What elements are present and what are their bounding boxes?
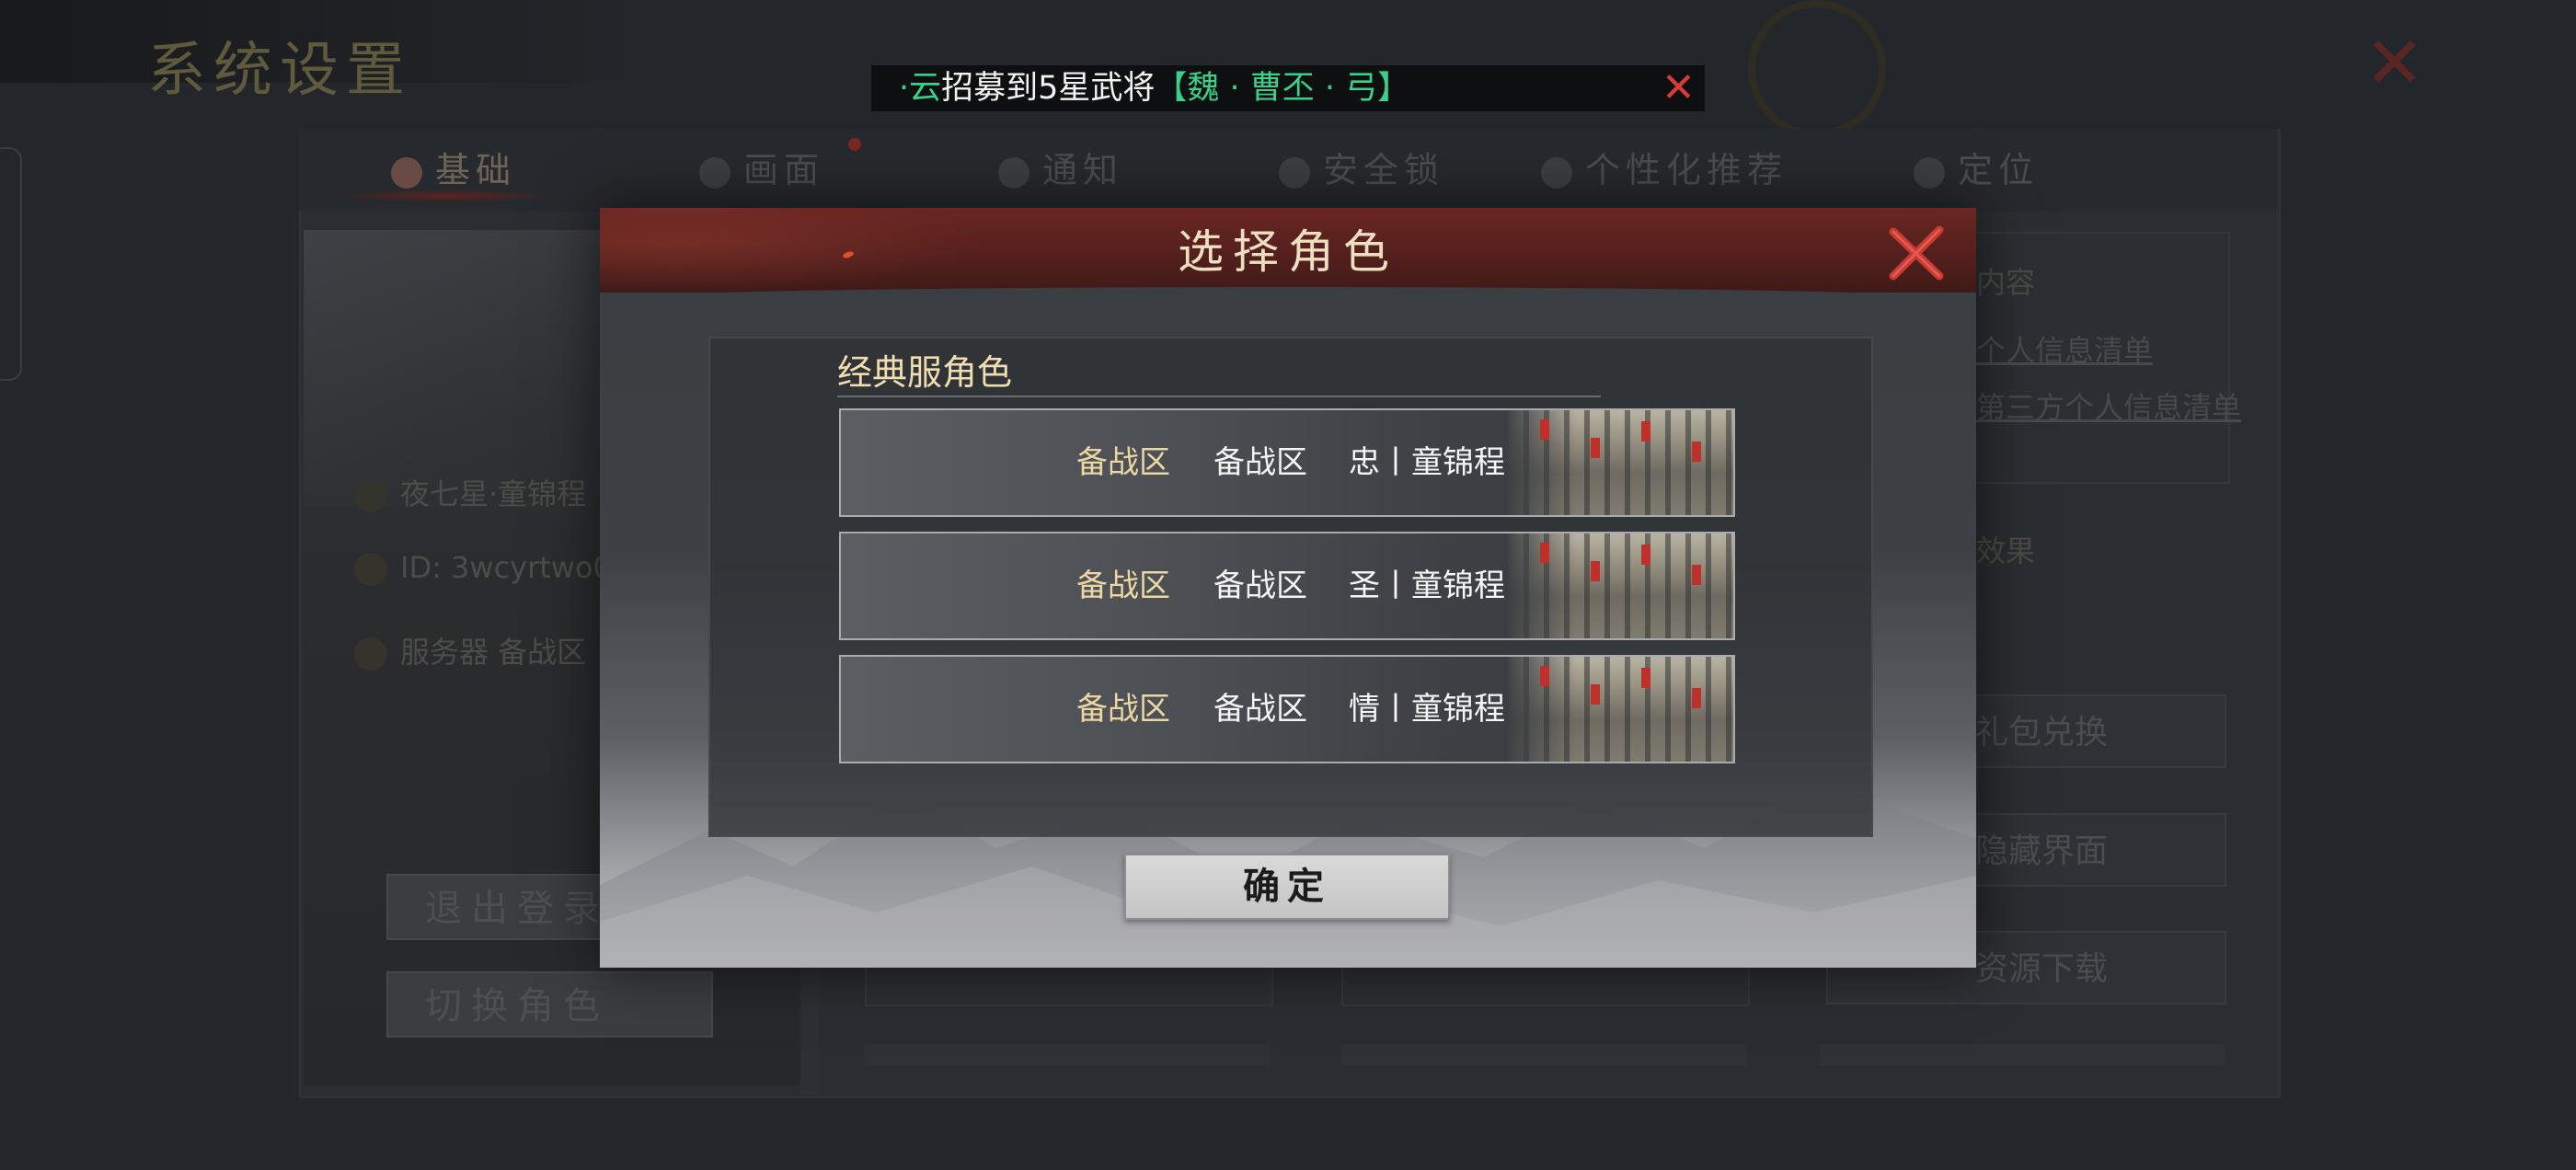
tab-basic: 基础	[391, 143, 516, 198]
tab-location: 定位	[1914, 143, 2039, 198]
role-server: 备战区	[1076, 691, 1170, 728]
broadcast-ticker: ·云招募到5星武将【魏 · 曹丕 · 弓】	[871, 65, 1705, 111]
battle-scene-thumbnail	[1503, 533, 1733, 638]
section-label: 经典服角色	[837, 352, 1013, 393]
sun-decoration	[1748, 0, 1886, 138]
profile-server: 服务器 备战区	[354, 629, 586, 671]
tab-notify: 通知	[998, 143, 1123, 198]
home-icon	[391, 156, 422, 189]
footer-bar	[1341, 1044, 1746, 1066]
role-name: 情丨童锦程	[1349, 691, 1505, 728]
role-server: 备战区	[1076, 444, 1170, 481]
role-zone: 备战区	[1213, 691, 1307, 728]
role-zone: 备战区	[1213, 568, 1307, 604]
effects-label: 效果	[1976, 533, 2036, 568]
battle-scene-thumbnail	[1503, 410, 1733, 515]
profile-id: ID: 3wcyrtwo00	[354, 550, 630, 586]
tab-display: 画面	[699, 143, 824, 198]
role-option[interactable]: 备战区 备战区 圣丨童锦程	[839, 532, 1735, 640]
ticker-close-icon[interactable]: ✕	[1662, 68, 1696, 109]
role-option[interactable]: 备战区 备战区 情丨童锦程	[839, 655, 1735, 763]
third-party-info-list-link: 第三方个人信息清单	[1976, 390, 2242, 425]
ticker-fade	[1460, 65, 1690, 111]
settings-close-icon: ✕	[2364, 22, 2425, 105]
display-icon	[699, 156, 730, 189]
page-title: 系统设置	[147, 37, 412, 105]
personal-info-list-link: 个人信息清单	[1976, 333, 2154, 368]
close-icon	[1889, 225, 1944, 281]
footer-bar	[1820, 1044, 2225, 1066]
thumb-up-icon	[1541, 156, 1572, 189]
battle-scene-thumbnail	[1503, 657, 1733, 762]
role-name: 圣丨童锦程	[1349, 568, 1505, 604]
section-divider	[837, 396, 1601, 397]
confirm-button[interactable]: 确定	[1124, 854, 1450, 920]
lock-icon	[1279, 156, 1310, 189]
switch-role-button: 切换角色	[386, 971, 713, 1038]
monitor-icon	[354, 637, 387, 671]
ticker-message: ·云招募到5星武将【魏 · 曹丕 · 弓】	[899, 70, 1410, 107]
tab-security-lock: 安全锁	[1279, 143, 1444, 198]
dialog-close-icon[interactable]	[1884, 221, 1949, 285]
dialog-title: 选择角色	[1178, 225, 1398, 279]
footer-bar	[865, 1044, 1270, 1066]
role-name: 忠丨童锦程	[1349, 444, 1505, 481]
tab-notification-dot	[848, 138, 861, 151]
privacy-heading: 内容	[1976, 265, 2036, 300]
select-role-dialog: 选择角色 经典服角色 备战区 备战区 忠丨童锦程 备战区 备战区 圣丨童锦程 备…	[600, 208, 1976, 968]
role-option[interactable]: 备战区 备战区 忠丨童锦程	[839, 408, 1735, 517]
tab-personalization: 个性化推荐	[1541, 143, 1788, 198]
name-icon	[354, 479, 387, 512]
side-handle	[0, 147, 22, 381]
role-zone: 备战区	[1213, 444, 1307, 481]
message-icon	[998, 156, 1029, 189]
profile-name: 夜七星·童锦程	[354, 471, 586, 513]
location-pin-icon	[1914, 156, 1945, 189]
role-server: 备战区	[1076, 568, 1170, 604]
id-icon	[354, 553, 387, 586]
